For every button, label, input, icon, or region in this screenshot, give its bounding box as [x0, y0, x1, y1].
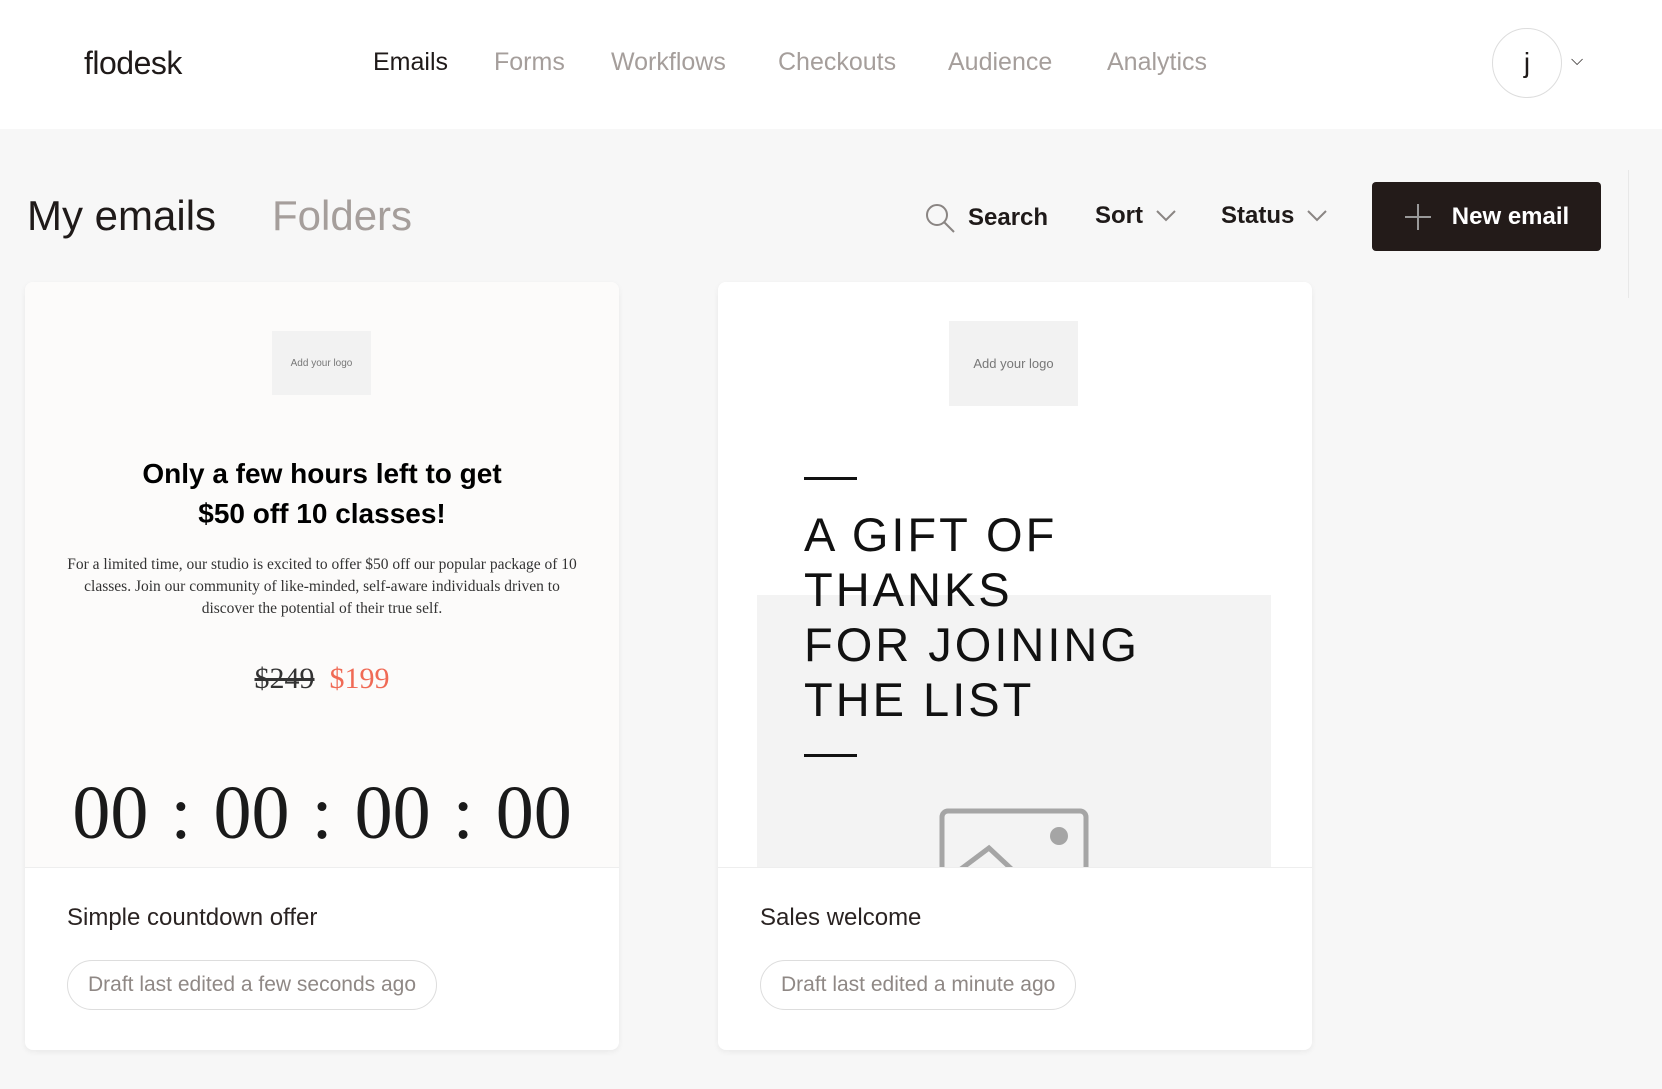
search-button[interactable]: Search [924, 202, 1048, 234]
email-headline: Only a few hours left to get $50 off 10 … [25, 454, 619, 534]
email-headline: A GIFT OF THANKS FOR JOINING THE LIST [804, 507, 1140, 727]
logo-placeholder: Add your logo [949, 321, 1078, 406]
nav-emails[interactable]: Emails [373, 48, 448, 77]
image-placeholder-icon [939, 808, 1089, 867]
chevron-down-icon[interactable]: ⌵ [1571, 52, 1583, 70]
headline-line: THE LIST [804, 673, 1035, 726]
status-dropdown[interactable]: Status [1221, 202, 1328, 230]
countdown-minutes: 00 [354, 771, 431, 855]
top-header: flodesk Emails Forms Workflows Checkouts… [0, 0, 1662, 129]
email-card[interactable]: Add your logo Only a few hours left to g… [25, 282, 619, 1050]
price-row: $249 $199 [25, 662, 619, 696]
tab-folders[interactable]: Folders [272, 192, 412, 240]
headline-line: FOR JOINING [804, 618, 1140, 671]
sort-label: Sort [1095, 202, 1143, 229]
email-preview[interactable]: Add your logo A GIFT OF THANKS FOR JOINI… [718, 282, 1312, 868]
avatar[interactable]: j [1492, 28, 1562, 98]
new-email-label: New email [1451, 202, 1570, 230]
sort-dropdown[interactable]: Sort [1095, 202, 1177, 230]
headline-line: Only a few hours left to get [142, 458, 502, 489]
status-label: Status [1221, 202, 1295, 229]
plus-icon [1404, 203, 1431, 230]
email-name[interactable]: Simple countdown offer [67, 904, 317, 932]
countdown-seconds: 00 [495, 771, 572, 855]
logo-placeholder: Add your logo [272, 331, 371, 395]
headline-line: A GIFT OF [804, 508, 1058, 561]
flodesk-logo[interactable]: flodesk [84, 45, 182, 82]
headline-line: $50 off 10 classes! [198, 498, 446, 529]
nav-forms[interactable]: Forms [494, 48, 565, 77]
chevron-down-icon [1307, 210, 1328, 222]
email-name[interactable]: Sales welcome [760, 904, 921, 932]
old-price: $249 [254, 662, 315, 695]
chevron-down-icon [1156, 210, 1176, 222]
email-preview[interactable]: Add your logo Only a few hours left to g… [25, 282, 619, 868]
divider-line [804, 754, 857, 757]
status-badge: Draft last edited a minute ago [760, 960, 1077, 1010]
email-body: For a limited time, our studio is excite… [67, 556, 577, 617]
nav-audience[interactable]: Audience [948, 48, 1052, 77]
countdown-hours: 00 [213, 771, 290, 855]
search-icon [926, 204, 955, 233]
headline-line: THANKS [804, 563, 1013, 616]
nav-analytics[interactable]: Analytics [1107, 48, 1207, 77]
divider [1628, 170, 1629, 298]
countdown-timer: 00: 00: 00: 00 [72, 771, 572, 855]
email-card[interactable]: Add your logo A GIFT OF THANKS FOR JOINI… [718, 282, 1312, 1050]
new-price: $199 [329, 662, 390, 695]
divider-line [804, 477, 857, 480]
search-label: Search [968, 204, 1049, 231]
nav-checkouts[interactable]: Checkouts [778, 48, 896, 77]
nav-workflows[interactable]: Workflows [611, 48, 726, 77]
countdown-days: 00 [72, 771, 149, 855]
page-title[interactable]: My emails [27, 192, 216, 240]
status-badge: Draft last edited a few seconds ago [67, 960, 438, 1010]
new-email-button[interactable]: New email [1372, 182, 1601, 251]
